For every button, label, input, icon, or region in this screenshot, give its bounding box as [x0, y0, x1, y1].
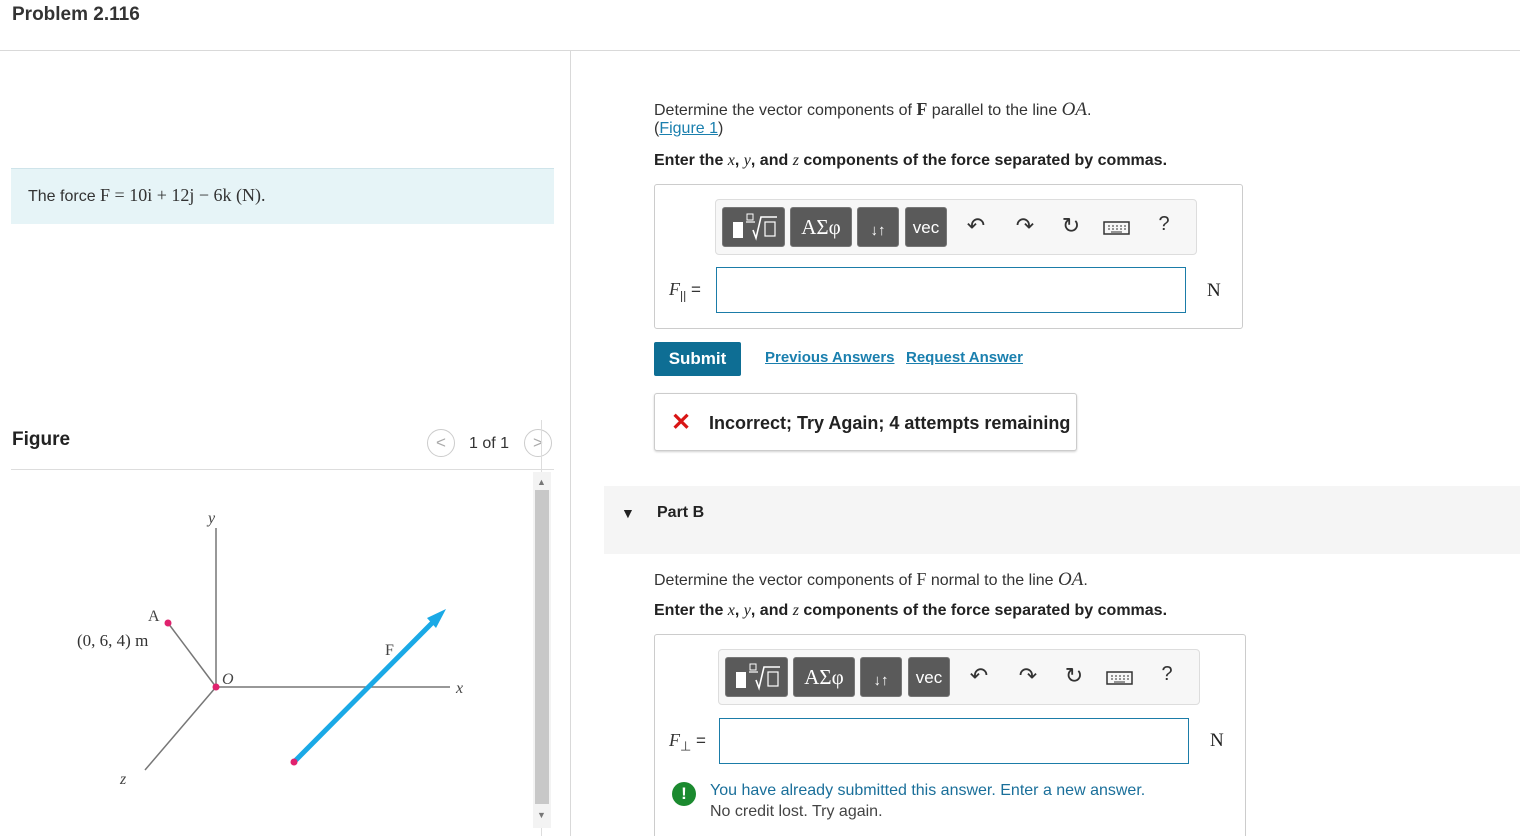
origin-label: O: [222, 671, 234, 688]
part-a-answer-input[interactable]: [716, 267, 1186, 313]
point-a-coordinates: (0, 6, 4) m: [77, 631, 148, 650]
part-a-equation-label: F|| =: [669, 279, 701, 303]
feedback-message: ✕ Incorrect; Try Again; 4 attempts remai…: [654, 393, 1077, 451]
figure-pager: 1 of 1: [469, 435, 510, 452]
reset-icon[interactable]: ↻: [1062, 663, 1086, 689]
vector-button[interactable]: vec: [905, 207, 947, 247]
x-axis-label: x: [455, 680, 463, 697]
template-button[interactable]: [725, 657, 788, 697]
panel-divider: [570, 51, 571, 836]
undo-icon[interactable]: ↶: [964, 213, 988, 239]
subscript-superscript-button[interactable]: ↓↑: [860, 657, 902, 697]
warning-submessage: No credit lost. Try again.: [710, 803, 883, 820]
subscript-superscript-button[interactable]: ↓↑: [857, 207, 899, 247]
part-b-instructions: Enter the x, y, and z components of the …: [654, 602, 1168, 619]
force-label: F: [385, 642, 394, 659]
reset-icon[interactable]: ↻: [1059, 213, 1083, 239]
figure-heading: Figure: [12, 429, 71, 450]
scroll-down-icon[interactable]: ▼: [537, 810, 546, 820]
fraction-sqrt-icon: [733, 213, 777, 241]
redo-icon[interactable]: ↷: [1013, 213, 1037, 239]
y-axis-label: y: [206, 510, 216, 527]
submit-button[interactable]: Submit: [654, 342, 741, 376]
warning-icon: !: [672, 782, 696, 806]
keyboard-icon[interactable]: [1103, 216, 1131, 242]
force-arrow-shaft: [292, 617, 438, 764]
incorrect-icon: ✕: [671, 409, 692, 436]
feedback-text: Incorrect; Try Again; 4 attempts remaini…: [709, 413, 1071, 433]
greek-symbols-button[interactable]: ΑΣφ: [790, 207, 852, 247]
problem-statement: The force F = 10i + 12j − 6k (N).: [11, 168, 554, 224]
redo-icon[interactable]: ↷: [1016, 663, 1040, 689]
point-a-label: A: [148, 608, 160, 625]
problem-math: F = 10i + 12j − 6k (N).: [100, 185, 266, 205]
figure-next-button[interactable]: >: [524, 429, 552, 457]
figure-link-line: (Figure 1): [654, 120, 724, 137]
force-tail-point: [290, 758, 298, 766]
point-a: [164, 619, 172, 627]
figure-prev-button[interactable]: <: [427, 429, 455, 457]
figure-scrollbar-thumb[interactable]: [535, 490, 549, 804]
problem-prefix: The force: [28, 188, 101, 205]
part-a-question: Determine the vector components of F par…: [654, 99, 1092, 120]
collapse-triangle-icon[interactable]: ▼: [621, 505, 635, 521]
z-axis-label: z: [119, 771, 127, 788]
part-a-instructions: Enter the x, y, and z components of the …: [654, 152, 1168, 169]
template-button[interactable]: [722, 207, 785, 247]
undo-icon[interactable]: ↶: [967, 663, 991, 689]
help-button[interactable]: ?: [1152, 213, 1176, 236]
scroll-up-icon[interactable]: ▲: [537, 477, 546, 487]
chevron-left-icon: <: [436, 433, 446, 452]
figure-diagram: y x z O A (0, 6, 4) m F: [77, 510, 463, 788]
page-title: Problem 2.116: [12, 4, 140, 25]
previous-answers-link[interactable]: Previous Answers: [765, 349, 895, 366]
part-b-equation-label: F⊥ =: [669, 730, 706, 754]
part-a-math-toolbar: ΑΣφ ↓↑ vec ↶ ↷ ↻ ?: [715, 199, 1197, 255]
line-oa: [167, 622, 217, 688]
origin-point: [212, 683, 220, 691]
z-axis-line: [144, 686, 217, 771]
part-a-answer-box: ΑΣφ ↓↑ vec ↶ ↷ ↻ ? F|| = N: [654, 184, 1243, 329]
part-b-question: Determine the vector components of F nor…: [654, 569, 1088, 590]
part-b-answer-input[interactable]: [719, 718, 1189, 764]
vector-button[interactable]: vec: [908, 657, 950, 697]
part-b-unit: N: [1210, 730, 1224, 751]
keyboard-icon[interactable]: [1106, 666, 1134, 692]
fraction-sqrt-icon: [736, 663, 780, 691]
help-button[interactable]: ?: [1155, 663, 1179, 686]
request-answer-link[interactable]: Request Answer: [906, 349, 1023, 366]
warning-message: You have already submitted this answer. …: [710, 782, 1146, 799]
part-b-title: Part B: [657, 504, 705, 521]
greek-symbols-button[interactable]: ΑΣφ: [793, 657, 855, 697]
part-a-unit: N: [1207, 280, 1221, 301]
header-bar: Problem 2.116: [0, 0, 1520, 51]
part-b-math-toolbar: ΑΣφ ↓↑ vec ↶ ↷ ↻ ?: [718, 649, 1200, 705]
part-b-header[interactable]: ▼ Part B: [604, 486, 1520, 554]
figure-1-link[interactable]: Figure 1: [659, 120, 718, 137]
